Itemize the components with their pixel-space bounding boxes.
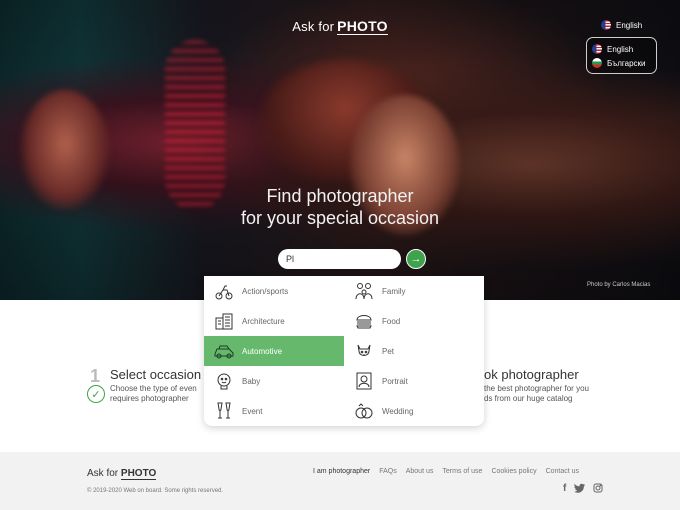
footer-nav: I am photographer FAQs About us Terms of… bbox=[313, 468, 579, 475]
language-selector[interactable]: English bbox=[601, 20, 642, 30]
category-option-automotive[interactable]: Automotive bbox=[204, 336, 344, 366]
footer-logo[interactable]: Ask for PHOTO bbox=[87, 468, 157, 480]
step-1-title: Select occasion bbox=[110, 367, 202, 382]
logo-text-photo: PHOTO bbox=[337, 18, 388, 35]
category-option-family[interactable]: Family bbox=[344, 276, 484, 306]
category-label: Architecture bbox=[242, 316, 285, 326]
footer-link-faqs[interactable]: FAQs bbox=[379, 468, 397, 475]
action-sports-icon bbox=[213, 280, 235, 302]
step-number: 1 bbox=[90, 366, 101, 386]
social-links: f bbox=[563, 483, 603, 496]
current-language-label: English bbox=[616, 20, 643, 30]
category-option-action-sports[interactable]: Action/sports bbox=[204, 276, 344, 306]
category-option-wedding[interactable]: Wedding bbox=[344, 396, 484, 426]
photo-credit: Photo by Carlos Macias bbox=[587, 282, 651, 288]
copyright-text: © 2019-2020 Web on board. Some rights re… bbox=[87, 488, 224, 494]
occasion-search: → bbox=[278, 249, 426, 269]
car-icon bbox=[213, 340, 235, 362]
category-label: Automotive bbox=[242, 346, 283, 356]
site-logo[interactable]: Ask for PHOTO bbox=[0, 18, 680, 35]
language-option-english[interactable]: English bbox=[592, 42, 651, 56]
site-footer bbox=[0, 452, 680, 510]
us-flag-icon bbox=[592, 44, 602, 54]
category-label: Pet bbox=[382, 346, 395, 356]
category-option-portrait[interactable]: Portrait bbox=[344, 366, 484, 396]
facebook-icon[interactable]: f bbox=[563, 483, 566, 496]
arrow-right-icon: → bbox=[410, 253, 422, 265]
step-3-description: the best photographer for you ds from ou… bbox=[484, 384, 589, 404]
baby-icon bbox=[213, 370, 235, 392]
category-option-baby[interactable]: Baby bbox=[204, 366, 344, 396]
language-menu: English Български bbox=[586, 37, 657, 74]
architecture-icon bbox=[213, 310, 235, 332]
category-label: Event bbox=[242, 406, 263, 416]
category-label: Food bbox=[382, 316, 401, 326]
hero-headline: Find photographer for your special occas… bbox=[0, 185, 680, 229]
category-option-food[interactable]: Food bbox=[344, 306, 484, 336]
language-option-label: Български bbox=[607, 58, 646, 68]
headline-line-1: Find photographer bbox=[266, 186, 414, 206]
twitter-icon[interactable] bbox=[574, 483, 586, 496]
search-submit-button[interactable]: → bbox=[406, 249, 426, 269]
instagram-icon[interactable] bbox=[593, 483, 603, 496]
footer-logo-text-photo: PHOTO bbox=[120, 468, 157, 480]
footer-logo-text-ask-for: Ask for bbox=[87, 468, 119, 479]
category-label: Wedding bbox=[382, 406, 414, 416]
food-icon bbox=[353, 310, 375, 332]
wedding-rings-icon bbox=[353, 400, 375, 422]
category-label: Family bbox=[382, 286, 406, 296]
us-flag-icon bbox=[601, 20, 611, 30]
footer-link-terms-of-use[interactable]: Terms of use bbox=[442, 468, 482, 475]
event-icon bbox=[213, 400, 235, 422]
category-label: Portrait bbox=[382, 376, 408, 386]
language-option-label: English bbox=[607, 44, 634, 54]
step-3-title: ok photographer bbox=[484, 367, 579, 382]
category-option-event[interactable]: Event bbox=[204, 396, 344, 426]
footer-link-cookies-policy[interactable]: Cookies policy bbox=[491, 468, 536, 475]
occasion-search-input[interactable] bbox=[278, 249, 401, 269]
category-label: Action/sports bbox=[242, 286, 289, 296]
footer-link-contact-us[interactable]: Contact us bbox=[546, 468, 579, 475]
family-icon bbox=[353, 280, 375, 302]
pet-icon bbox=[353, 340, 375, 362]
check-circle-icon: ✓ bbox=[87, 385, 105, 403]
footer-link-about-us[interactable]: About us bbox=[406, 468, 434, 475]
headline-line-2: for your special occasion bbox=[240, 208, 440, 228]
bulgaria-flag-icon bbox=[592, 58, 602, 68]
category-suggestions-dropdown: Action/sports Family Architecture Food A… bbox=[204, 276, 484, 426]
step-3-line-2: ds from our huge catalog bbox=[484, 394, 573, 403]
step-3-line-1: the best photographer for you bbox=[484, 384, 589, 393]
portrait-icon bbox=[353, 370, 375, 392]
category-option-pet[interactable]: Pet bbox=[344, 336, 484, 366]
language-option-bulgarian[interactable]: Български bbox=[592, 56, 651, 70]
category-label: Baby bbox=[242, 376, 261, 386]
category-option-architecture[interactable]: Architecture bbox=[204, 306, 344, 336]
logo-text-ask-for: Ask for bbox=[292, 19, 335, 34]
footer-link-i-am-photographer[interactable]: I am photographer bbox=[313, 468, 370, 475]
